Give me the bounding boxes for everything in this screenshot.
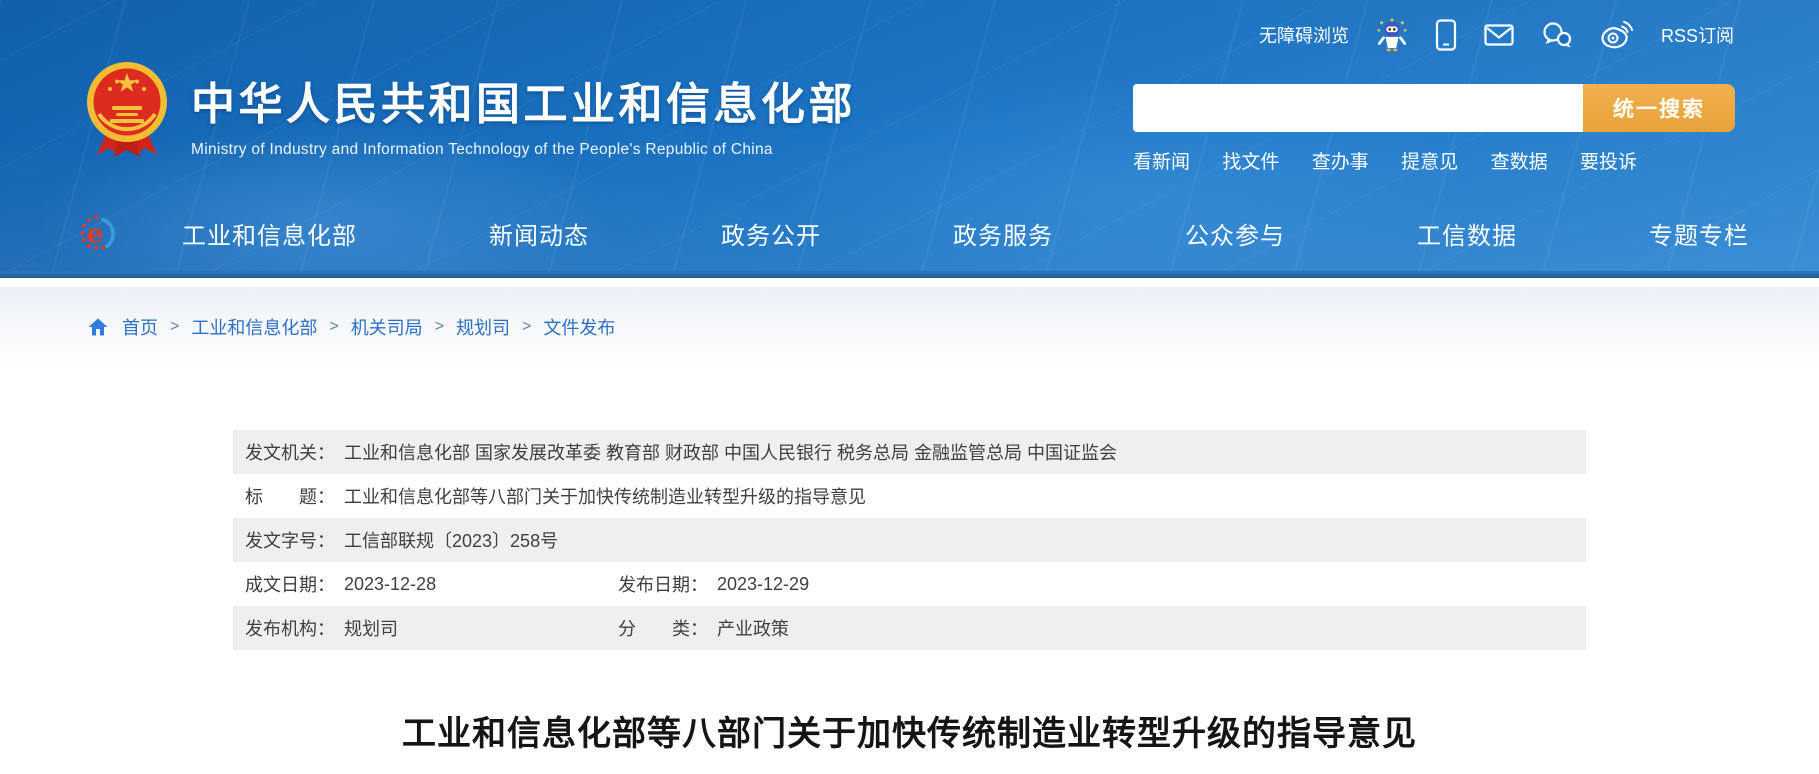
site-banner: 无障碍浏览 [0, 0, 1819, 278]
brand-text: 中华人民共和国工业和信息化部 Ministry of Industry and … [191, 68, 856, 165]
robot-assistant-icon[interactable] [1376, 18, 1408, 52]
nav-items: 工业和信息化部 新闻动态 政务公开 政务服务 公众参与 工信数据 专题专栏 [182, 216, 1749, 251]
national-emblem-icon [85, 56, 169, 165]
meta-row-dates: 成文日期： 2023-12-28 发布日期： 2023-12-29 [233, 562, 1586, 606]
svg-text:e: e [87, 219, 104, 250]
breadcrumb-home[interactable]: 首页 [122, 314, 158, 340]
search-box: 统一搜索 [1133, 84, 1735, 132]
quick-link-complaint[interactable]: 要投诉 [1580, 147, 1637, 174]
site-logo[interactable]: 中华人民共和国工业和信息化部 Ministry of Industry and … [85, 56, 856, 165]
breadcrumb-document-release[interactable]: 文件发布 [543, 314, 615, 340]
quick-link-feedback[interactable]: 提意见 [1401, 147, 1458, 174]
wechat-icon[interactable] [1541, 21, 1573, 49]
site-subtitle: Ministry of Industry and Information Tec… [191, 141, 856, 159]
breadcrumb-planning-dept[interactable]: 规划司 [456, 314, 510, 340]
meta-row-issuing-agency: 发文机关： 工业和信息化部 国家发展改革委 教育部 财政部 中国人民银行 税务总… [233, 430, 1586, 474]
breadcrumb-separator: > [522, 318, 531, 336]
meta-label: 发布日期： [618, 571, 708, 597]
mobile-icon[interactable] [1435, 19, 1457, 51]
quick-link-news[interactable]: 看新闻 [1133, 147, 1190, 174]
breadcrumb-separator: > [435, 318, 444, 336]
meta-row-document-number: 发文字号： 工信部联规〔2023〕258号 [233, 518, 1586, 562]
utility-bar: 无障碍浏览 [1259, 16, 1734, 54]
breadcrumb-departments[interactable]: 机关司局 [351, 314, 423, 340]
home-icon[interactable] [88, 318, 108, 336]
meta-value: 产业政策 [717, 615, 789, 641]
nav-item-gov-services[interactable]: 政务服务 [953, 216, 1053, 251]
meta-value: 工信部联规〔2023〕258号 [344, 527, 558, 553]
breadcrumb-separator: > [170, 318, 179, 336]
rss-link[interactable]: RSS订阅 [1661, 22, 1734, 48]
article-title: 工业和信息化部等八部门关于加快传统制造业转型升级的指导意见 [233, 706, 1586, 755]
banner-bottom-strip [0, 271, 1819, 278]
meta-label: 成文日期： [245, 571, 335, 597]
weibo-icon[interactable] [1600, 20, 1634, 50]
search-input[interactable] [1133, 84, 1583, 132]
meta-value: 工业和信息化部 国家发展改革委 教育部 财政部 中国人民银行 税务总局 金融监管… [344, 439, 1117, 465]
meta-label: 分 类： [618, 615, 708, 641]
meta-row-publisher-category: 发布机构： 规划司 分 类： 产业政策 [233, 606, 1586, 650]
quick-links: 看新闻 找文件 查办事 提意见 查数据 要投诉 [1133, 147, 1637, 174]
search-area: 统一搜索 看新闻 找文件 查办事 提意见 查数据 要投诉 [1133, 84, 1735, 174]
meta-value: 2023-12-28 [344, 574, 436, 595]
quick-link-services[interactable]: 查办事 [1312, 147, 1369, 174]
meta-label: 发文机关： [245, 439, 335, 465]
nav-item-gov-info[interactable]: 政务公开 [721, 216, 821, 251]
breadcrumb: 首页 > 工业和信息化部 > 机关司局 > 规划司 > 文件发布 [88, 314, 615, 340]
main-content: 发文机关： 工业和信息化部 国家发展改革委 教育部 财政部 中国人民银行 税务总… [0, 430, 1819, 755]
nav-item-participation[interactable]: 公众参与 [1185, 216, 1285, 251]
document-meta-table: 发文机关： 工业和信息化部 国家发展改革委 教育部 财政部 中国人民银行 税务总… [233, 430, 1586, 650]
breadcrumb-miit[interactable]: 工业和信息化部 [191, 314, 317, 340]
nav-item-data[interactable]: 工信数据 [1417, 216, 1517, 251]
nav-item-miit[interactable]: 工业和信息化部 [182, 216, 357, 251]
meta-value: 规划司 [344, 615, 398, 641]
meta-label: 发布机构： [245, 615, 335, 641]
miit-e-logo-icon: e [80, 212, 118, 254]
meta-label: 标 题： [245, 483, 335, 509]
quick-link-files[interactable]: 找文件 [1222, 147, 1279, 174]
quick-link-data[interactable]: 查数据 [1491, 147, 1548, 174]
breadcrumb-separator: > [329, 318, 338, 336]
site-title: 中华人民共和国工业和信息化部 [191, 68, 856, 132]
meta-row-title: 标 题： 工业和信息化部等八部门关于加快传统制造业转型升级的指导意见 [233, 474, 1586, 518]
breadcrumb-band: 首页 > 工业和信息化部 > 机关司局 > 规划司 > 文件发布 [0, 287, 1819, 367]
main-nav: e 工业和信息化部 新闻动态 政务公开 政务服务 公众参与 工信数据 专题专栏 [0, 195, 1819, 271]
meta-label: 发文字号： [245, 527, 335, 553]
nav-item-news[interactable]: 新闻动态 [489, 216, 589, 251]
meta-value: 2023-12-29 [717, 574, 809, 595]
mail-icon[interactable] [1484, 23, 1514, 47]
search-button[interactable]: 统一搜索 [1583, 84, 1735, 132]
accessibility-link[interactable]: 无障碍浏览 [1259, 22, 1349, 48]
nav-item-special[interactable]: 专题专栏 [1649, 216, 1749, 251]
meta-value: 工业和信息化部等八部门关于加快传统制造业转型升级的指导意见 [344, 483, 866, 509]
